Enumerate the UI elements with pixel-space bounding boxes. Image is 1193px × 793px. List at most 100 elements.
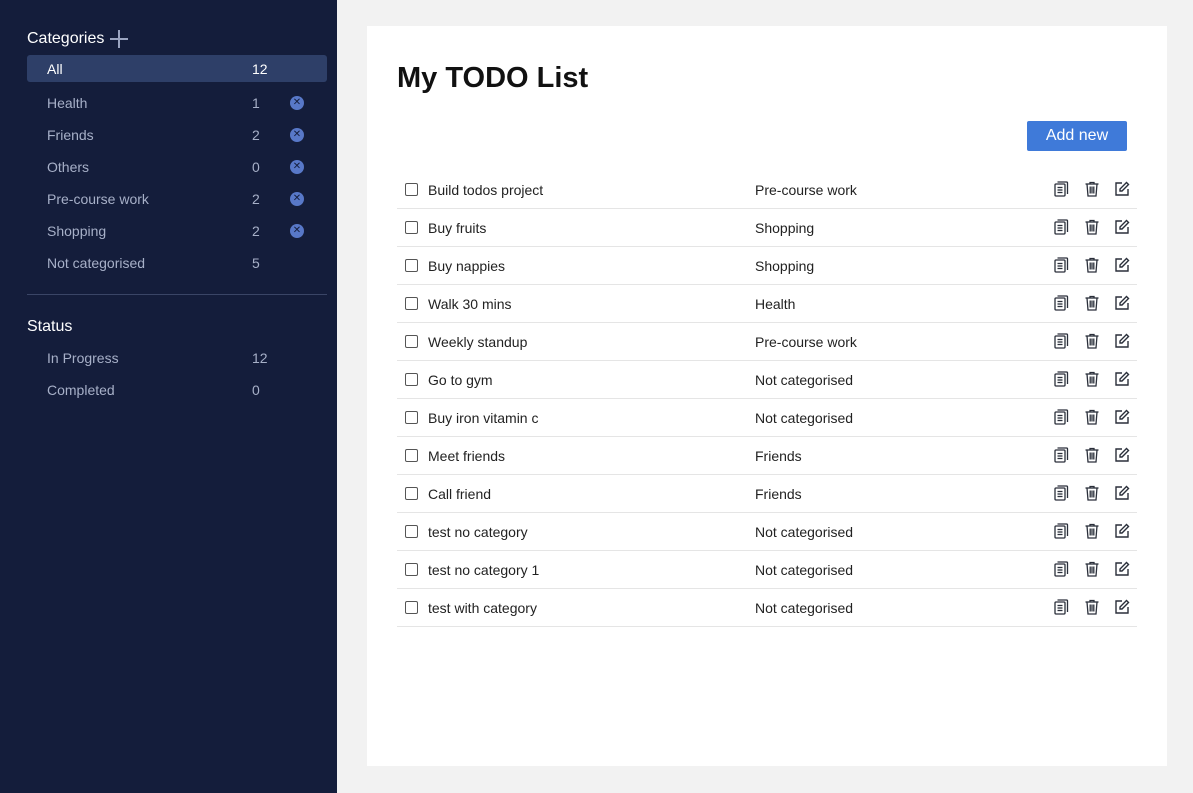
status-item-in-progress[interactable]: In Progress 12 [27, 342, 327, 374]
trash-icon[interactable] [1083, 522, 1101, 540]
table-row: Build todos project Pre-course work [397, 171, 1137, 209]
sidebar: Categories All 12 Health 1 ✕ Friends 2 ✕ Others 0… [0, 0, 337, 793]
sidebar-item-count: 2 [252, 191, 260, 207]
todo-title: Buy iron vitamin c [428, 410, 539, 426]
todo-category: Not categorised [755, 372, 854, 388]
todo-category: Not categorised [755, 600, 854, 616]
sidebar-item-health[interactable]: Health 1 ✕ [27, 87, 327, 119]
todo-checkbox[interactable] [405, 601, 418, 614]
trash-icon[interactable] [1083, 180, 1101, 198]
sidebar-divider [27, 294, 327, 295]
sidebar-item-count: 2 [252, 223, 260, 239]
todo-checkbox[interactable] [405, 221, 418, 234]
todo-checkbox[interactable] [405, 335, 418, 348]
copy-icon[interactable] [1052, 256, 1070, 274]
copy-icon[interactable] [1052, 294, 1070, 312]
copy-icon[interactable] [1052, 370, 1070, 388]
trash-icon[interactable] [1083, 332, 1101, 350]
table-row: test no category Not categorised [397, 513, 1137, 551]
todo-checkbox[interactable] [405, 373, 418, 386]
sidebar-item-count: 0 [252, 159, 260, 175]
status-item-count: 0 [252, 382, 260, 398]
todo-checkbox[interactable] [405, 487, 418, 500]
todo-checkbox[interactable] [405, 297, 418, 310]
todo-category: Pre-course work [755, 182, 857, 198]
edit-icon[interactable] [1113, 332, 1131, 350]
sidebar-item-label: Not categorised [47, 255, 146, 271]
copy-icon[interactable] [1052, 180, 1070, 198]
status-item-count: 12 [252, 350, 268, 366]
copy-icon[interactable] [1052, 560, 1070, 578]
sidebar-item-count: 12 [252, 60, 268, 77]
todo-checkbox[interactable] [405, 449, 418, 462]
trash-icon[interactable] [1083, 256, 1101, 274]
trash-icon[interactable] [1083, 560, 1101, 578]
todo-category: Not categorised [755, 410, 854, 426]
edit-icon[interactable] [1113, 560, 1131, 578]
status-item-label: In Progress [47, 350, 119, 366]
table-row: Go to gym Not categorised [397, 361, 1137, 399]
todo-title: Call friend [428, 486, 492, 502]
table-row: Walk 30 mins Health [397, 285, 1137, 323]
sidebar-item-pre-course-work[interactable]: Pre-course work 2 ✕ [27, 183, 327, 215]
add-category-plus-icon[interactable] [110, 30, 129, 48]
copy-icon[interactable] [1052, 218, 1070, 236]
status-title: Status [27, 318, 73, 335]
edit-icon[interactable] [1113, 408, 1131, 426]
copy-icon[interactable] [1052, 446, 1070, 464]
status-list: In Progress 12 Completed 0 [27, 342, 327, 406]
todo-title: test with category [428, 600, 537, 616]
todo-checkbox[interactable] [405, 183, 418, 196]
sidebar-item-all[interactable]: All 12 [27, 55, 327, 82]
edit-icon[interactable] [1113, 180, 1131, 198]
edit-icon[interactable] [1113, 598, 1131, 616]
copy-icon[interactable] [1052, 484, 1070, 502]
table-row: Buy nappies Shopping [397, 247, 1137, 285]
todo-checkbox[interactable] [405, 259, 418, 272]
sidebar-item-label: Shopping [47, 223, 107, 239]
edit-icon[interactable] [1113, 446, 1131, 464]
copy-icon[interactable] [1052, 332, 1070, 350]
add-new-button[interactable]: Add new [1027, 121, 1127, 151]
trash-icon[interactable] [1083, 598, 1101, 616]
copy-icon[interactable] [1052, 408, 1070, 426]
trash-icon[interactable] [1083, 408, 1101, 426]
sidebar-item-shopping[interactable]: Shopping 2 ✕ [27, 215, 327, 247]
edit-icon[interactable] [1113, 370, 1131, 388]
trash-icon[interactable] [1083, 484, 1101, 502]
delete-category-close-circle-icon[interactable]: ✕ [290, 160, 304, 174]
edit-icon[interactable] [1113, 218, 1131, 236]
todo-checkbox[interactable] [405, 411, 418, 424]
todo-title: test no category 1 [428, 562, 540, 578]
table-row: Buy iron vitamin c Not categorised [397, 399, 1137, 437]
trash-icon[interactable] [1083, 294, 1101, 312]
copy-icon[interactable] [1052, 598, 1070, 616]
todo-checkbox[interactable] [405, 525, 418, 538]
sidebar-item-not-categorised[interactable]: Not categorised 5 [27, 247, 327, 279]
delete-category-close-circle-icon[interactable]: ✕ [290, 96, 304, 110]
sidebar-item-friends[interactable]: Friends 2 ✕ [27, 119, 327, 151]
sidebar-item-others[interactable]: Others 0 ✕ [27, 151, 327, 183]
todo-category: Pre-course work [755, 334, 857, 350]
trash-icon[interactable] [1083, 218, 1101, 236]
table-row: Weekly standup Pre-course work [397, 323, 1137, 361]
todo-category: Shopping [755, 258, 815, 274]
edit-icon[interactable] [1113, 256, 1131, 274]
delete-category-close-circle-icon[interactable]: ✕ [290, 224, 304, 238]
edit-icon[interactable] [1113, 484, 1131, 502]
table-row: test with category Not categorised [397, 589, 1137, 627]
todo-category: Shopping [755, 220, 815, 236]
trash-icon[interactable] [1083, 370, 1101, 388]
status-item-completed[interactable]: Completed 0 [27, 374, 327, 406]
sidebar-item-label: All [47, 60, 63, 77]
delete-category-close-circle-icon[interactable]: ✕ [290, 192, 304, 206]
todo-title: Build todos project [428, 182, 544, 198]
delete-category-close-circle-icon[interactable]: ✕ [290, 128, 304, 142]
trash-icon[interactable] [1083, 446, 1101, 464]
edit-icon[interactable] [1113, 294, 1131, 312]
sidebar-item-label: Health [47, 95, 88, 111]
edit-icon[interactable] [1113, 522, 1131, 540]
page-title: My TODO List [397, 62, 589, 94]
copy-icon[interactable] [1052, 522, 1070, 540]
todo-checkbox[interactable] [405, 563, 418, 576]
